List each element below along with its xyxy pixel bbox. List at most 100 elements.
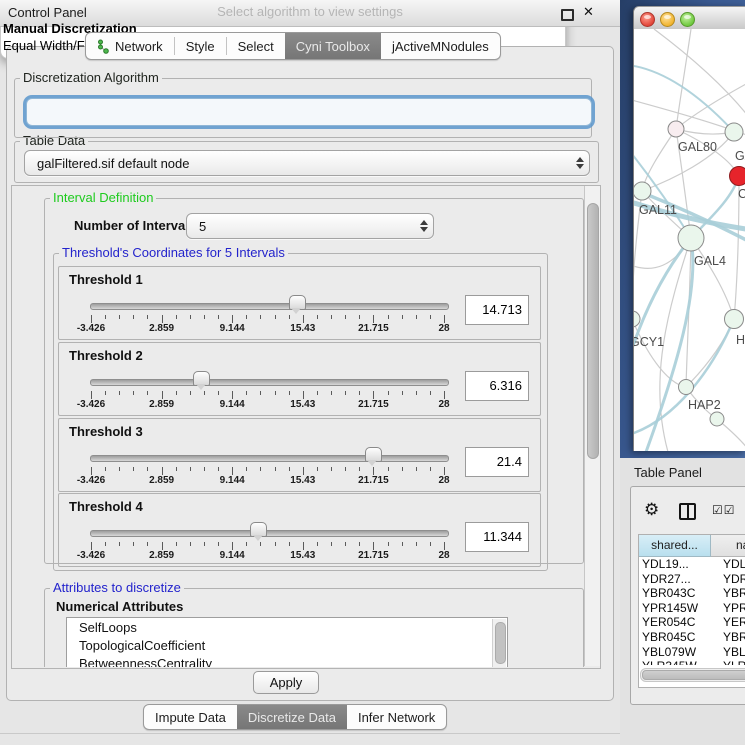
network-edge[interactable] (642, 129, 676, 191)
minimize-traffic-light-icon[interactable] (660, 12, 675, 27)
network-edge[interactable] (676, 29, 691, 129)
threshold-3-slider-track[interactable] (90, 455, 449, 462)
table-row[interactable]: YBR043C YBR043C (639, 586, 745, 601)
threshold-1-slider-track[interactable] (90, 303, 449, 310)
threshold-2-slider-track[interactable] (90, 379, 449, 386)
cell-shared-name[interactable]: YBR043C (642, 586, 708, 600)
slider-tick (147, 391, 148, 395)
slider-tick (246, 391, 247, 395)
numerical-attributes-list[interactable]: SelfLoopsTopologicalCoefficientBetweenne… (66, 617, 508, 667)
network-node[interactable] (668, 121, 684, 137)
cell-name[interactable]: YDR27 (723, 572, 745, 586)
table-row[interactable]: YER054C YER054C (639, 615, 745, 630)
network-window-titlebar[interactable] (634, 7, 745, 30)
slider-tick (162, 467, 163, 475)
scrollbar-thumb[interactable] (642, 670, 745, 680)
network-edge[interactable] (686, 319, 734, 387)
settings-vertical-scrollbar[interactable] (584, 186, 600, 666)
cell-shared-name[interactable]: YBL079W (642, 645, 708, 659)
network-edge[interactable] (660, 238, 691, 451)
table-row[interactable]: YBR045C YBR045C (639, 630, 745, 645)
table-data-combobox[interactable]: galFiltered.sif default node (24, 150, 590, 176)
network-edge[interactable] (654, 29, 745, 121)
tab-discretize-data[interactable]: Discretize Data (237, 705, 347, 729)
dropdown-prompt[interactable]: Select algorithm to view settings (0, 4, 620, 19)
table-row[interactable]: YPR145W YPR145W (639, 601, 745, 616)
tab-network[interactable]: Network (86, 33, 174, 59)
threshold-3-slider-thumb[interactable] (365, 447, 382, 462)
network-node[interactable] (730, 167, 745, 186)
network-node[interactable] (634, 182, 651, 200)
tab-label: Network (115, 39, 163, 54)
tab-style[interactable]: Style (175, 33, 226, 59)
tab-jactivemnodules[interactable]: jActiveMNodules (381, 33, 500, 59)
slider-tick-label: 15.43 (278, 399, 328, 410)
network-edge[interactable] (691, 238, 734, 319)
threshold-2-slider-thumb[interactable] (193, 371, 210, 386)
threshold-4-slider-track[interactable] (90, 530, 449, 537)
threshold-4-slider-thumb[interactable] (250, 522, 267, 537)
slider-tick (105, 542, 106, 546)
slider-tick (416, 542, 417, 546)
column-header-shared[interactable]: shared... (639, 535, 711, 557)
cell-name[interactable]: YPR145W (723, 601, 745, 615)
network-node[interactable] (679, 380, 694, 395)
network-node[interactable] (710, 412, 724, 426)
network-node-label: H (736, 333, 745, 347)
cell-shared-name[interactable]: YLR345W (642, 659, 708, 665)
tab-impute-data[interactable]: Impute Data (144, 705, 237, 729)
threshold-4-value-field[interactable]: 11.344 (465, 522, 529, 552)
close-traffic-light-icon[interactable] (640, 12, 655, 27)
threshold-3-value-field[interactable]: 21.4 (465, 447, 529, 477)
cell-shared-name[interactable]: YDR27... (642, 572, 708, 586)
tab-infer-network[interactable]: Infer Network (347, 705, 446, 729)
slider-tick (317, 315, 318, 319)
split-columns-icon[interactable] (679, 503, 696, 520)
threshold-1-slider-thumb[interactable] (289, 295, 306, 310)
cell-shared-name[interactable]: YPR145W (642, 601, 708, 615)
network-node[interactable] (725, 123, 743, 141)
table-row[interactable]: YDL19... YDL19 (639, 557, 745, 572)
slider-tick (162, 542, 163, 550)
zoom-traffic-light-icon[interactable] (680, 12, 695, 27)
threshold-3-panel: Threshold 3 -3.4262.8599.14415.4321.7152… (58, 418, 541, 492)
checkbox-columns-icon[interactable]: ☑☑ (712, 503, 736, 517)
cell-name[interactable]: YLR345W (723, 659, 745, 665)
attribute-list-item[interactable]: SelfLoops (67, 618, 507, 636)
cell-name[interactable]: YDL19 (723, 557, 745, 571)
network-node-label: GAL4 (694, 254, 726, 268)
tab-cyni-toolbox[interactable]: Cyni Toolbox (285, 33, 381, 59)
attribute-list-item[interactable]: TopologicalCoefficient (67, 636, 507, 654)
apply-button[interactable]: Apply (253, 671, 319, 694)
scrollbar-thumb[interactable] (495, 622, 506, 664)
attribute-list-item[interactable]: BetweennessCentrality (67, 654, 507, 667)
slider-tick-label: 21.715 (348, 550, 398, 561)
table-horizontal-scrollbar[interactable] (640, 668, 745, 682)
cell-shared-name[interactable]: YDL19... (642, 557, 708, 571)
table-panel-title: Table Panel (634, 465, 702, 480)
tab-select[interactable]: Select (227, 33, 285, 59)
network-canvas[interactable]: GAL80GACGAL11GAL4GCY1HHAP2 (634, 29, 745, 451)
network-node[interactable] (725, 310, 744, 329)
network-node[interactable] (634, 311, 640, 327)
cell-name[interactable]: YER054C (723, 615, 745, 629)
cell-name[interactable]: YBR045C (723, 630, 745, 644)
cell-name[interactable]: YBR043C (723, 586, 745, 600)
gear-icon[interactable]: ⚙ (644, 501, 659, 518)
table-row[interactable]: YDR27... YDR27 (639, 572, 745, 587)
cell-shared-name[interactable]: YER054C (642, 615, 708, 629)
scrollbar-thumb[interactable] (587, 203, 599, 459)
threshold-2-value-field[interactable]: 6.316 (465, 371, 529, 401)
attributes-scrollbar[interactable] (492, 619, 506, 667)
number-of-intervals-combobox[interactable]: 5 (186, 213, 434, 239)
network-node[interactable] (678, 225, 704, 251)
cell-shared-name[interactable]: YBR045C (642, 630, 708, 644)
algorithm-combobox[interactable] (26, 98, 592, 126)
cell-name[interactable]: YBL079W (723, 645, 745, 659)
threshold-1-value-field[interactable]: 14.713 (465, 295, 529, 325)
slider-tick (444, 467, 445, 475)
table-row[interactable]: YLR345W YLR345W (639, 659, 745, 665)
table-row[interactable]: YBL079W YBL079W (639, 645, 745, 660)
column-header-name[interactable]: name (711, 535, 745, 557)
slider-tick (218, 315, 219, 319)
